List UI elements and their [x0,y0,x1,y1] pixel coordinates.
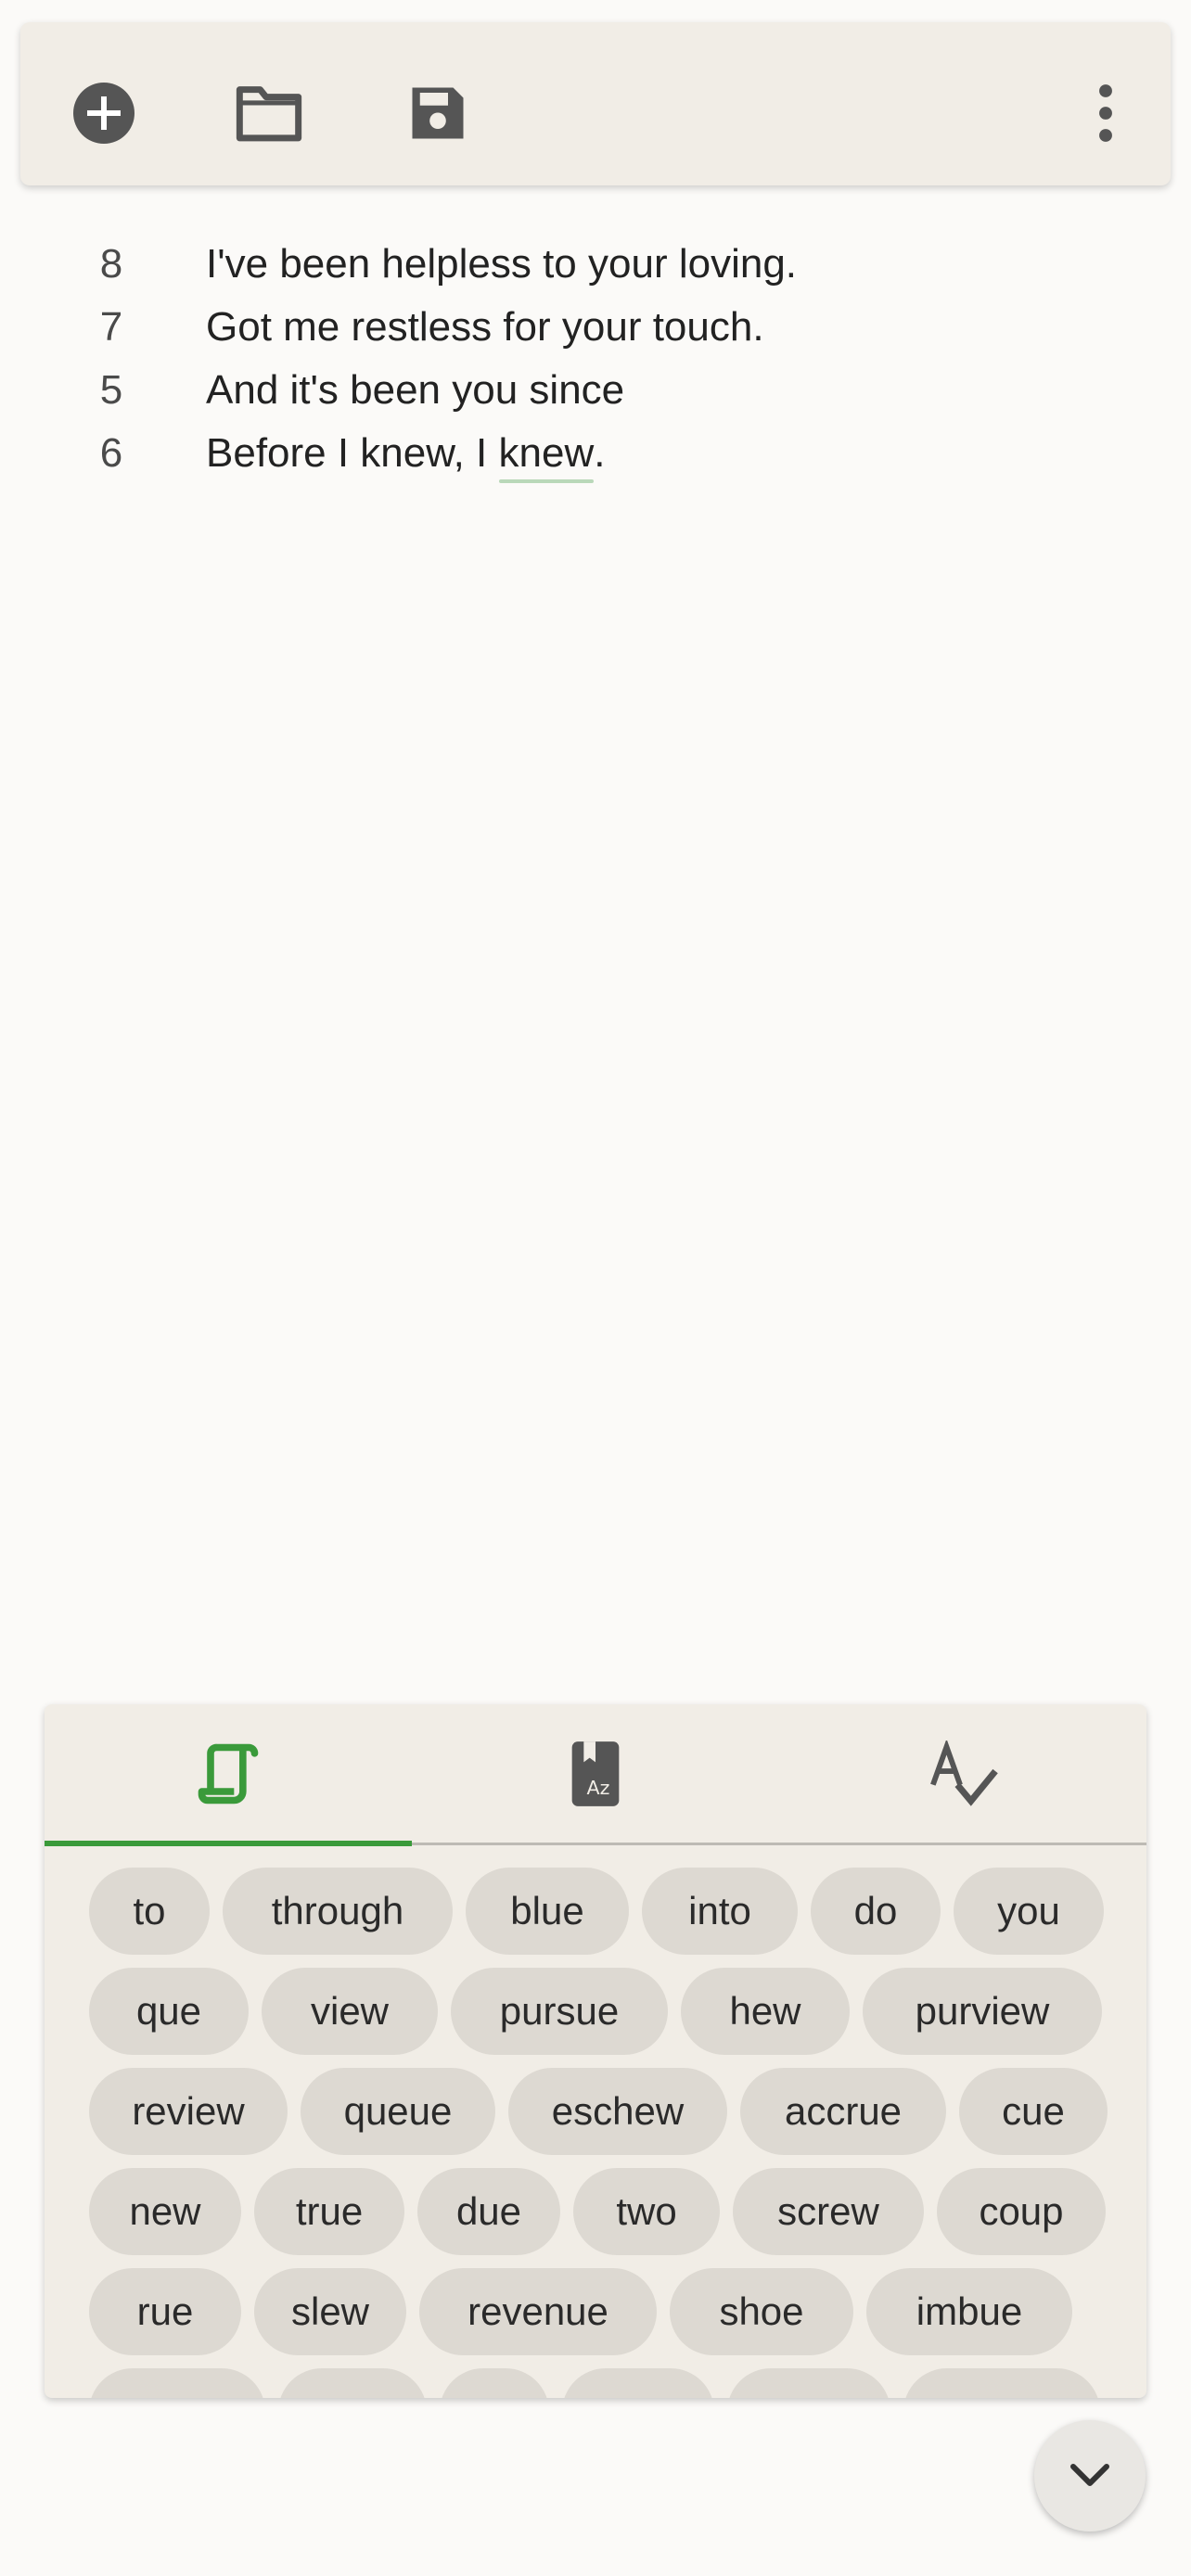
line-text-after: . [594,430,606,476]
word-chip[interactable]: shoe [670,2268,853,2355]
word-chip[interactable]: eschew [508,2068,727,2155]
suggestion-panel: Az to through blue into do you que view … [45,1704,1146,2398]
new-button[interactable] [67,76,141,150]
more-vertical-icon [1099,84,1112,142]
word-row: rue slew revenue shoe imbue [89,2268,1109,2355]
chevron-down-icon [1070,2464,1109,2486]
dictionary-icon: Az [571,1741,620,1806]
spellcheck-icon [930,1741,998,1806]
more-options-button[interactable] [1069,76,1143,150]
folder-icon [236,86,302,142]
word-row: new true due two screw coup [89,2168,1109,2255]
open-folder-button[interactable] [232,76,306,150]
word-chip-partial[interactable] [903,2368,1100,2398]
word-chip[interactable]: imbue [866,2268,1072,2355]
editor-line[interactable]: 6 Before I knew, I knew. [0,421,1191,484]
line-text[interactable]: I've been helpless to your loving. [206,241,797,287]
editor-line[interactable]: 5 And it's been you since [0,358,1191,421]
word-row: que view pursue hew purview [89,1968,1109,2055]
editor-line[interactable]: 8 I've been helpless to your loving. [0,232,1191,295]
word-chip[interactable]: two [573,2168,720,2255]
word-chip[interactable]: pursue [451,1968,668,2055]
word-chip[interactable]: cue [959,2068,1108,2155]
scroll-icon [198,1743,259,1804]
line-text[interactable]: Got me restless for your touch. [206,304,764,351]
word-chip[interactable]: to [89,1868,210,1955]
lyrics-editor[interactable]: 8 I've been helpless to your loving. 7 G… [0,232,1191,484]
word-chip[interactable]: you [954,1868,1104,1955]
word-chip[interactable]: review [89,2068,288,2155]
top-toolbar [20,22,1171,185]
collapse-panel-button[interactable] [1034,2420,1146,2531]
panel-tabs: Az [45,1704,1146,1846]
word-chip-partial[interactable] [562,2368,714,2398]
word-chip[interactable]: revenue [419,2268,657,2355]
word-chip[interactable]: queue [301,2068,495,2155]
word-chip[interactable]: coup [937,2168,1106,2255]
word-chip[interactable]: blue [466,1868,629,1955]
tab-dictionary[interactable]: Az [412,1704,779,1843]
save-icon [412,87,464,139]
word-chip[interactable]: true [254,2168,404,2255]
word-row: to through blue into do you [89,1868,1109,1955]
word-chip[interactable]: que [89,1968,249,2055]
word-chip[interactable]: hew [681,1968,850,2055]
word-chip-partial[interactable] [278,2368,427,2398]
line-syllable-count: 6 [99,430,123,476]
word-chip[interactable]: due [417,2168,560,2255]
word-row-partial [89,2368,1109,2398]
word-chip[interactable]: rue [89,2268,241,2355]
word-chip[interactable]: view [262,1968,438,2055]
tab-spellcheck[interactable] [779,1704,1146,1843]
word-chip[interactable]: slew [254,2268,406,2355]
editor-line[interactable]: 7 Got me restless for your touch. [0,295,1191,358]
word-chip-partial[interactable] [89,2368,265,2398]
word-chip[interactable]: new [89,2168,241,2255]
svg-text:Az: Az [587,1777,610,1799]
word-chip[interactable]: accrue [740,2068,946,2155]
line-syllable-count: 5 [99,367,123,413]
word-chip[interactable]: screw [733,2168,924,2255]
rhyme-word-list: to through blue into do you que view pur… [89,1868,1109,2398]
save-button[interactable] [401,76,475,150]
line-syllable-count: 8 [99,241,123,287]
line-syllable-count: 7 [99,304,123,350]
line-text[interactable]: Before I knew, I knew. [206,430,605,477]
word-chip[interactable]: do [811,1868,941,1955]
tab-rhymes[interactable] [45,1704,412,1846]
word-chip[interactable]: through [223,1868,453,1955]
selected-word[interactable]: knew [499,430,595,476]
word-chip[interactable]: purview [863,1968,1102,2055]
word-chip-partial[interactable] [440,2368,549,2398]
add-circle-icon [73,83,134,144]
word-row: review queue eschew accrue cue [89,2068,1109,2155]
word-chip-partial[interactable] [727,2368,890,2398]
word-chip[interactable]: into [642,1868,798,1955]
active-tab-indicator [45,1841,412,1846]
line-text[interactable]: And it's been you since [206,367,624,414]
line-text-before: Before I knew, I [206,430,499,476]
